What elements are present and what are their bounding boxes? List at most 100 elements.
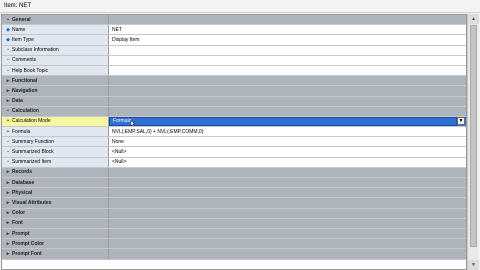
property-value-cell[interactable]: NVL(:EMP.SAL,0) + NVL(:EMP.COMM,0) bbox=[109, 127, 466, 137]
property-label-cell[interactable]: ▪ General bbox=[2, 15, 109, 25]
property-value-cell[interactable] bbox=[109, 106, 466, 116]
category-row-functional[interactable]: ▸ Functional bbox=[2, 76, 466, 87]
property-label-cell[interactable]: ▸ Color bbox=[2, 208, 109, 218]
property-label-cell[interactable]: ▪ Summary Function bbox=[2, 137, 109, 147]
scroll-down-icon[interactable]: ▼ bbox=[468, 260, 479, 270]
property-value-cell[interactable] bbox=[109, 198, 466, 208]
property-label-cell[interactable]: ▸ Prompt Color bbox=[2, 239, 109, 249]
expand-icon[interactable]: ▸ bbox=[5, 180, 11, 186]
property-label: Navigation bbox=[12, 87, 38, 94]
expand-icon[interactable]: ▸ bbox=[5, 210, 11, 216]
property-row-summarized-item[interactable]: ▪ Summarized Item <Null> bbox=[2, 157, 466, 168]
property-row-calculation-mode[interactable]: + Calculation Mode Formula ▼ bbox=[2, 116, 466, 128]
category-row-calculation[interactable]: ▪ Calculation bbox=[2, 106, 466, 117]
property-value-cell[interactable]: <Null> bbox=[109, 147, 466, 157]
expand-icon[interactable]: ▸ bbox=[5, 78, 11, 84]
category-row-database[interactable]: ▸ Database bbox=[2, 178, 466, 189]
property-label-cell[interactable]: ▸ Data bbox=[2, 96, 109, 106]
property-value-cell[interactable] bbox=[109, 239, 466, 249]
property-value-cell[interactable]: None bbox=[109, 137, 466, 147]
category-row-prompt[interactable]: ▸ Prompt bbox=[2, 228, 466, 240]
property-value-cell[interactable] bbox=[109, 178, 466, 188]
default-property-icon: ▪ bbox=[7, 57, 9, 64]
property-value-cell[interactable] bbox=[109, 218, 466, 228]
property-label-cell[interactable]: ▪ Help Book Topic bbox=[2, 65, 109, 76]
property-label-cell[interactable]: ▸ Physical bbox=[2, 188, 109, 198]
category-row-visual-attributes[interactable]: ▸ Visual Attributes bbox=[2, 198, 466, 209]
collapse-icon[interactable]: ▪ bbox=[5, 108, 11, 114]
property-label: Physical bbox=[12, 189, 33, 196]
category-row-data[interactable]: ▸ Data bbox=[2, 96, 466, 107]
property-value-cell[interactable] bbox=[109, 208, 466, 218]
property-value-cell[interactable]: Formula ▼ bbox=[109, 116, 466, 127]
category-row-records[interactable]: ▸ Records bbox=[2, 167, 466, 178]
category-row-physical[interactable]: ▸ Physical bbox=[2, 188, 466, 199]
property-label-cell[interactable]: ▪ Summarized Block bbox=[2, 147, 109, 157]
property-value: <Null> bbox=[112, 159, 127, 166]
category-row-color[interactable]: ▸ Color bbox=[2, 208, 466, 219]
property-label-cell[interactable]: + Calculation Mode bbox=[2, 116, 109, 127]
changed-property-icon: + bbox=[6, 128, 10, 135]
category-row-navigation[interactable]: ▸ Navigation bbox=[2, 86, 466, 97]
property-value-cell[interactable]: <Null> bbox=[109, 157, 466, 167]
property-label-cell[interactable]: + Formula bbox=[2, 127, 109, 137]
expand-icon[interactable]: ▸ bbox=[5, 231, 11, 237]
property-value-cell[interactable] bbox=[109, 249, 466, 259]
property-row-item-type[interactable]: ◆ Item Type Display Item bbox=[2, 35, 466, 46]
category-row-font[interactable]: ▸ Font bbox=[2, 218, 466, 229]
property-value-cell[interactable]: NET bbox=[109, 25, 466, 35]
property-value-cell[interactable]: Display Item bbox=[109, 35, 466, 45]
property-label-cell[interactable]: ▸ Records bbox=[2, 167, 109, 177]
collapse-icon[interactable]: ▪ bbox=[5, 17, 11, 23]
property-label-cell[interactable]: ▸ Font bbox=[2, 218, 109, 228]
expand-icon[interactable]: ▸ bbox=[5, 241, 11, 247]
expand-icon[interactable]: ▸ bbox=[5, 169, 11, 175]
property-label: Font bbox=[12, 220, 23, 227]
property-row-help-book-topic[interactable]: ▪ Help Book Topic bbox=[2, 65, 466, 77]
property-value-cell[interactable] bbox=[109, 96, 466, 106]
property-row-summary-function[interactable]: ▪ Summary Function None bbox=[2, 137, 466, 148]
expand-icon[interactable]: ▸ bbox=[5, 251, 11, 257]
property-label-cell[interactable]: ▪ Summarized Item bbox=[2, 157, 109, 167]
property-value-cell[interactable] bbox=[109, 55, 466, 65]
property-label-cell[interactable]: ◆ Name bbox=[2, 25, 109, 35]
expand-icon[interactable]: ▸ bbox=[5, 88, 11, 94]
property-value-cell[interactable] bbox=[109, 228, 466, 239]
property-label-cell[interactable]: ▸ Prompt Font bbox=[2, 249, 109, 259]
property-value: <Null> bbox=[112, 149, 127, 156]
expand-icon[interactable]: ▸ bbox=[5, 220, 11, 226]
property-value-cell[interactable] bbox=[109, 86, 466, 96]
scroll-up-icon[interactable]: ▲ bbox=[468, 14, 479, 24]
dropdown-arrow-icon[interactable]: ▼ bbox=[457, 117, 465, 126]
property-value-cell[interactable] bbox=[109, 45, 466, 55]
property-label-cell[interactable]: ▪ Subclass Information bbox=[2, 45, 109, 55]
property-row-formula[interactable]: + Formula NVL(:EMP.SAL,0) + NVL(:EMP.COMM,… bbox=[2, 127, 466, 138]
expand-icon[interactable]: ▸ bbox=[5, 190, 11, 196]
property-row-summarized-block[interactable]: ▪ Summarized Block <Null> bbox=[2, 147, 466, 158]
expand-icon[interactable]: ▸ bbox=[5, 98, 11, 104]
property-value-cell[interactable] bbox=[109, 188, 466, 198]
expand-icon[interactable]: ▸ bbox=[5, 200, 11, 206]
category-row-general[interactable]: ▪ General bbox=[2, 15, 466, 26]
property-label-cell[interactable]: ▸ Functional bbox=[2, 76, 109, 86]
vertical-scrollbar[interactable]: ▲ ▼ bbox=[467, 14, 479, 270]
calculation-mode-select[interactable]: Formula bbox=[109, 116, 457, 127]
property-value-cell[interactable] bbox=[109, 167, 466, 177]
property-value-cell[interactable] bbox=[109, 76, 466, 86]
category-row-prompt-color[interactable]: ▸ Prompt Color bbox=[2, 239, 466, 250]
property-label-cell[interactable]: ◆ Item Type bbox=[2, 35, 109, 45]
property-value-cell[interactable] bbox=[109, 65, 466, 76]
property-label-cell[interactable]: ▸ Database bbox=[2, 178, 109, 188]
window-title: Item: NET bbox=[0, 0, 480, 13]
property-label-cell[interactable]: ▸ Navigation bbox=[2, 86, 109, 96]
scroll-thumb[interactable] bbox=[470, 25, 477, 247]
property-label-cell[interactable]: ▪ Calculation bbox=[2, 106, 109, 116]
property-row-name[interactable]: ◆ Name NET bbox=[2, 25, 466, 36]
property-row-subclass-information[interactable]: ▪ Subclass Information bbox=[2, 45, 466, 56]
property-label-cell[interactable]: ▸ Visual Attributes bbox=[2, 198, 109, 208]
property-label-cell[interactable]: ▸ Prompt bbox=[2, 228, 109, 239]
property-label-cell[interactable]: ▪ Comments bbox=[2, 55, 109, 65]
property-row-comments[interactable]: ▪ Comments bbox=[2, 55, 466, 66]
property-value-cell[interactable] bbox=[109, 15, 466, 25]
category-row-prompt-font[interactable]: ▸ Prompt Font bbox=[2, 249, 466, 260]
